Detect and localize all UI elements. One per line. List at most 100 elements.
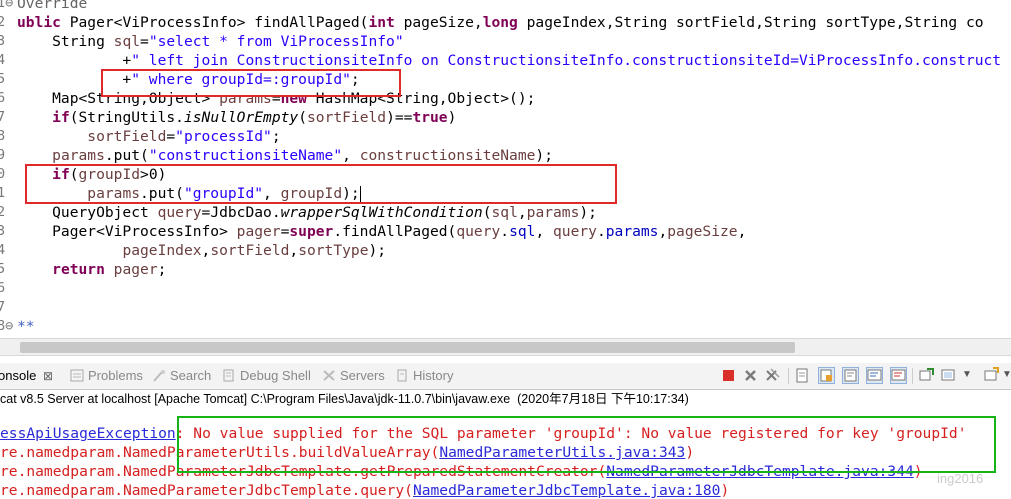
code-token: , — [201, 242, 211, 259]
code-token: Pager<ViProcessInfo> findAllPaged( — [60, 14, 369, 31]
remove-launch-icon[interactable] — [742, 367, 759, 384]
tab-search[interactable]: Search — [152, 368, 211, 383]
word-wrap-icon[interactable] — [842, 367, 859, 384]
chevron-down-icon[interactable]: ▼ — [962, 369, 972, 380]
code-token: query — [553, 223, 597, 240]
line-number: 3 — [0, 223, 6, 239]
code-token: , — [517, 204, 527, 221]
line-number: 2 — [0, 14, 6, 30]
code-editor[interactable]: 1⊖ Override 2 ublic Pager<ViProcessInfo> fi… — [0, 0, 1011, 338]
history-icon — [395, 369, 409, 382]
scrollbar-thumb[interactable] — [20, 342, 795, 353]
code-token: sortType — [298, 242, 369, 259]
close-icon[interactable]: ⊠ — [43, 369, 53, 383]
code-token: "processId" — [175, 128, 272, 145]
code-token: ; — [271, 128, 281, 145]
code-token: ** — [17, 318, 35, 335]
code-token: .findAllPaged( — [333, 223, 457, 240]
line-number: 8 — [0, 128, 6, 144]
code-text: sortField="processId"; — [17, 127, 281, 146]
console-line: re.namedparam.NamedParameterJdbcTemplate… — [0, 481, 729, 499]
show-on-error-icon[interactable] — [890, 367, 907, 384]
toolbar-divider — [912, 368, 913, 384]
highlight-where-clause — [101, 69, 401, 97]
line-number: 1⊖ — [0, 0, 14, 11]
clear-console-icon[interactable] — [794, 367, 811, 384]
console-process-label: cat v8.5 Server at localhost [Apache Tom… — [0, 390, 1011, 409]
tab-debug-shell[interactable]: Debug Shell — [222, 368, 311, 383]
line-number: 6 — [0, 280, 6, 296]
code-token: isNullOrEmpty — [183, 109, 299, 126]
remove-all-terminated-icon[interactable] — [764, 367, 781, 384]
code-token: super — [289, 223, 334, 240]
code-token: sortField — [210, 242, 290, 259]
code-token: Override — [17, 0, 88, 12]
code-token: , — [737, 223, 747, 240]
code-text: String sql="select * from ViProcessInfo" — [17, 32, 404, 51]
line-number: 4 — [0, 52, 6, 68]
show-on-output-icon[interactable] — [866, 367, 883, 384]
code-token: "select * from ViProcessInfo" — [148, 33, 404, 50]
line-number: 9 — [0, 147, 6, 163]
code-token: , — [658, 223, 668, 240]
open-console-icon[interactable] — [983, 367, 1000, 384]
code-token: ); — [579, 204, 597, 221]
watermark: ing2016 — [937, 471, 984, 486]
code-text: ublic Pager<ViProcessInfo> findAllPaged(… — [17, 13, 984, 32]
line-number: 1 — [0, 185, 6, 201]
code-text: Pager<ViProcessInfo> pager=super.findAll… — [17, 222, 746, 241]
tab-history[interactable]: History — [395, 368, 453, 383]
code-token: pageSize — [667, 223, 738, 240]
editor-horizontal-scrollbar[interactable] — [0, 338, 1011, 356]
code-token: + — [17, 52, 132, 69]
code-token: pageIndex,String sortField,String sortTy… — [517, 14, 984, 31]
terminate-icon[interactable] — [720, 367, 737, 384]
highlight-if-groupid-block — [25, 164, 617, 204]
code-token: "constructionsiteName" — [148, 147, 343, 164]
code-token: QueryObject — [17, 204, 158, 221]
line-number: 0 — [0, 166, 6, 182]
code-token: , — [535, 223, 554, 240]
code-token: pageSize, — [394, 14, 483, 31]
code-token: pager — [236, 223, 281, 240]
code-text: ** — [17, 317, 35, 336]
display-console-icon[interactable] — [940, 367, 957, 384]
scroll-lock-icon[interactable] — [818, 367, 835, 384]
code-token: =JdbcDao. — [201, 204, 281, 221]
code-token: )== — [386, 109, 413, 126]
line-number: 8⊖ — [0, 318, 14, 334]
servers-icon — [322, 369, 336, 382]
tab-servers[interactable]: Servers — [322, 368, 385, 383]
stack-trace-link[interactable]: NamedParameterJdbcTemplate.java:180 — [413, 482, 721, 499]
code-token: ; — [157, 261, 167, 278]
tab-console[interactable]: onsole ⊠ — [0, 368, 53, 383]
console-text: ) — [720, 482, 730, 499]
code-token: params — [52, 147, 105, 164]
code-token: , — [289, 242, 299, 259]
code-token: Pager<ViProcessInfo> — [17, 223, 237, 240]
line-number: 7 — [0, 299, 6, 315]
line-number: 4 — [0, 242, 6, 258]
code-token: long — [482, 14, 518, 31]
code-text: QueryObject query=JdbcDao.wrapperSqlWith… — [17, 203, 597, 222]
problems-icon — [70, 369, 84, 382]
stack-trace-link[interactable]: essApiUsageException — [0, 425, 176, 442]
line-number: 2 — [0, 204, 6, 220]
code-token: int — [368, 14, 395, 31]
code-text: return pager; — [17, 260, 166, 279]
code-token: sql — [509, 223, 536, 240]
code-token: ); — [368, 242, 387, 259]
chevron-down-icon[interactable]: ▼ — [1002, 369, 1011, 380]
pin-console-icon[interactable] — [918, 367, 935, 384]
code-token: constructionsiteName — [359, 147, 536, 164]
tab-problems[interactable]: Problems — [70, 368, 143, 383]
code-token: params — [605, 223, 659, 240]
code-token: " left join ConstructionsiteInfo on Cons… — [131, 52, 1002, 69]
code-token: sortField — [87, 128, 167, 145]
code-token: , — [342, 147, 360, 164]
